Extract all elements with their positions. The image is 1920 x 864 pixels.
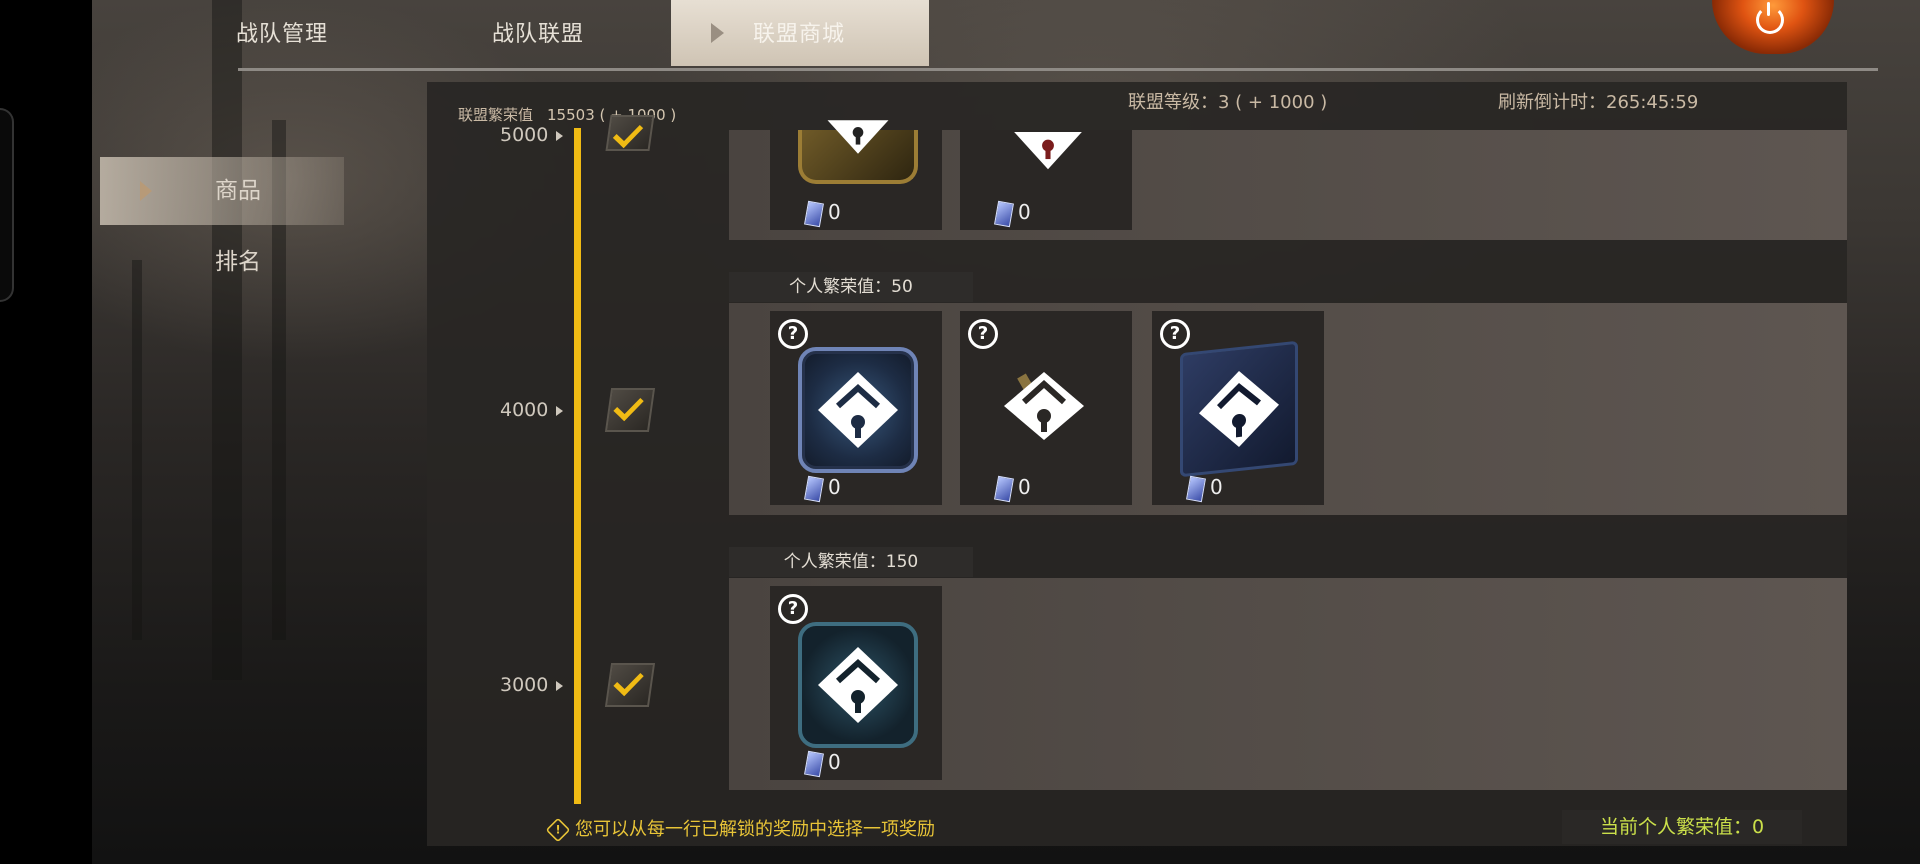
warning-icon-glyph: !	[555, 823, 561, 837]
check-icon	[613, 665, 644, 697]
tier-level-5000: 5000	[500, 124, 563, 146]
item-count: 0	[828, 475, 841, 499]
reward-tip: ! 您可以从每一行已解锁的奖励中选择一项奖励	[545, 815, 935, 843]
app-window: 战队管理 战队联盟 联盟商城 商品 排名 联盟繁荣值15503 ( + 1000…	[92, 0, 1920, 864]
help-icon[interactable]: ?	[778, 594, 808, 624]
tab-arrow-icon	[711, 23, 724, 43]
reward-item[interactable]: 0	[960, 130, 1132, 230]
item-count: 0	[828, 200, 841, 224]
lock-icon	[818, 647, 898, 723]
power-icon	[1756, 2, 1784, 34]
item-count: 0	[828, 750, 841, 774]
tier-requirement-4000: 个人繁荣值：50	[729, 272, 973, 302]
alliance-level: 联盟等级：3 ( + 1000 )	[1128, 92, 1328, 113]
help-icon[interactable]: ?	[1160, 319, 1190, 349]
lock-icon	[1014, 132, 1082, 170]
prosperity-label: 联盟繁荣值	[458, 106, 534, 124]
tab-alliance-shop[interactable]: 联盟商城	[671, 0, 929, 66]
reward-item[interactable]: ? 0	[770, 311, 942, 505]
tier-check-4000[interactable]	[604, 388, 656, 432]
item-frame	[798, 347, 918, 473]
card-icon	[994, 475, 1014, 503]
lock-icon	[827, 120, 889, 154]
tab-alliance-shop-label: 联盟商城	[753, 22, 846, 47]
tier-check-3000[interactable]	[604, 663, 656, 707]
lock-icon	[818, 372, 898, 448]
reward-item[interactable]: ? 0	[1152, 311, 1324, 505]
progress-timeline	[574, 128, 581, 804]
item-count: 0	[1210, 475, 1223, 499]
chevron-right-icon	[140, 181, 152, 201]
check-icon	[613, 390, 644, 422]
tab-divider	[238, 68, 1878, 71]
current-prosperity: 当前个人繁荣值：0	[1562, 810, 1802, 844]
sidebar-item-label: 商品	[215, 178, 261, 204]
item-frame	[798, 120, 918, 184]
help-icon[interactable]: ?	[968, 319, 998, 349]
item-frame	[988, 347, 1100, 465]
lock-icon	[1004, 372, 1084, 440]
item-frame	[1180, 340, 1298, 478]
card-icon	[804, 750, 824, 778]
refresh-countdown: 刷新倒计时：265:45:59	[1498, 92, 1699, 113]
tier-level-3000: 3000	[500, 674, 563, 696]
tab-team-management[interactable]: 战队管理	[236, 0, 386, 66]
device-notch	[0, 108, 14, 302]
help-icon[interactable]: ?	[778, 319, 808, 349]
reward-item[interactable]: ? 0	[960, 311, 1132, 505]
lock-icon	[1199, 371, 1279, 447]
sidebar-item-label: 排名	[215, 249, 261, 275]
warning-icon: !	[545, 817, 571, 843]
reward-item[interactable]: ? 0	[770, 586, 942, 780]
item-count: 0	[1018, 200, 1031, 224]
tier-level-4000: 4000	[500, 399, 563, 421]
tier-requirement-3000: 个人繁荣值：150	[729, 547, 973, 577]
sidebar-item-goods[interactable]: 商品	[100, 157, 344, 225]
tier-check-5000[interactable]	[605, 115, 655, 151]
sidebar-item-ranking[interactable]: 排名	[100, 228, 344, 296]
card-icon	[804, 475, 824, 503]
tab-team-alliance[interactable]: 战队联盟	[492, 0, 642, 66]
reward-tip-text: 您可以从每一行已解锁的奖励中选择一项奖励	[575, 819, 935, 840]
tab-bar: 战队管理 战队联盟 联盟商城	[92, 0, 1920, 71]
item-frame	[798, 622, 918, 748]
card-icon	[1186, 475, 1206, 503]
check-icon	[612, 117, 644, 149]
item-count: 0	[1018, 475, 1031, 499]
reward-item[interactable]: 0	[770, 120, 942, 230]
card-icon	[804, 200, 824, 228]
card-icon	[994, 200, 1014, 228]
